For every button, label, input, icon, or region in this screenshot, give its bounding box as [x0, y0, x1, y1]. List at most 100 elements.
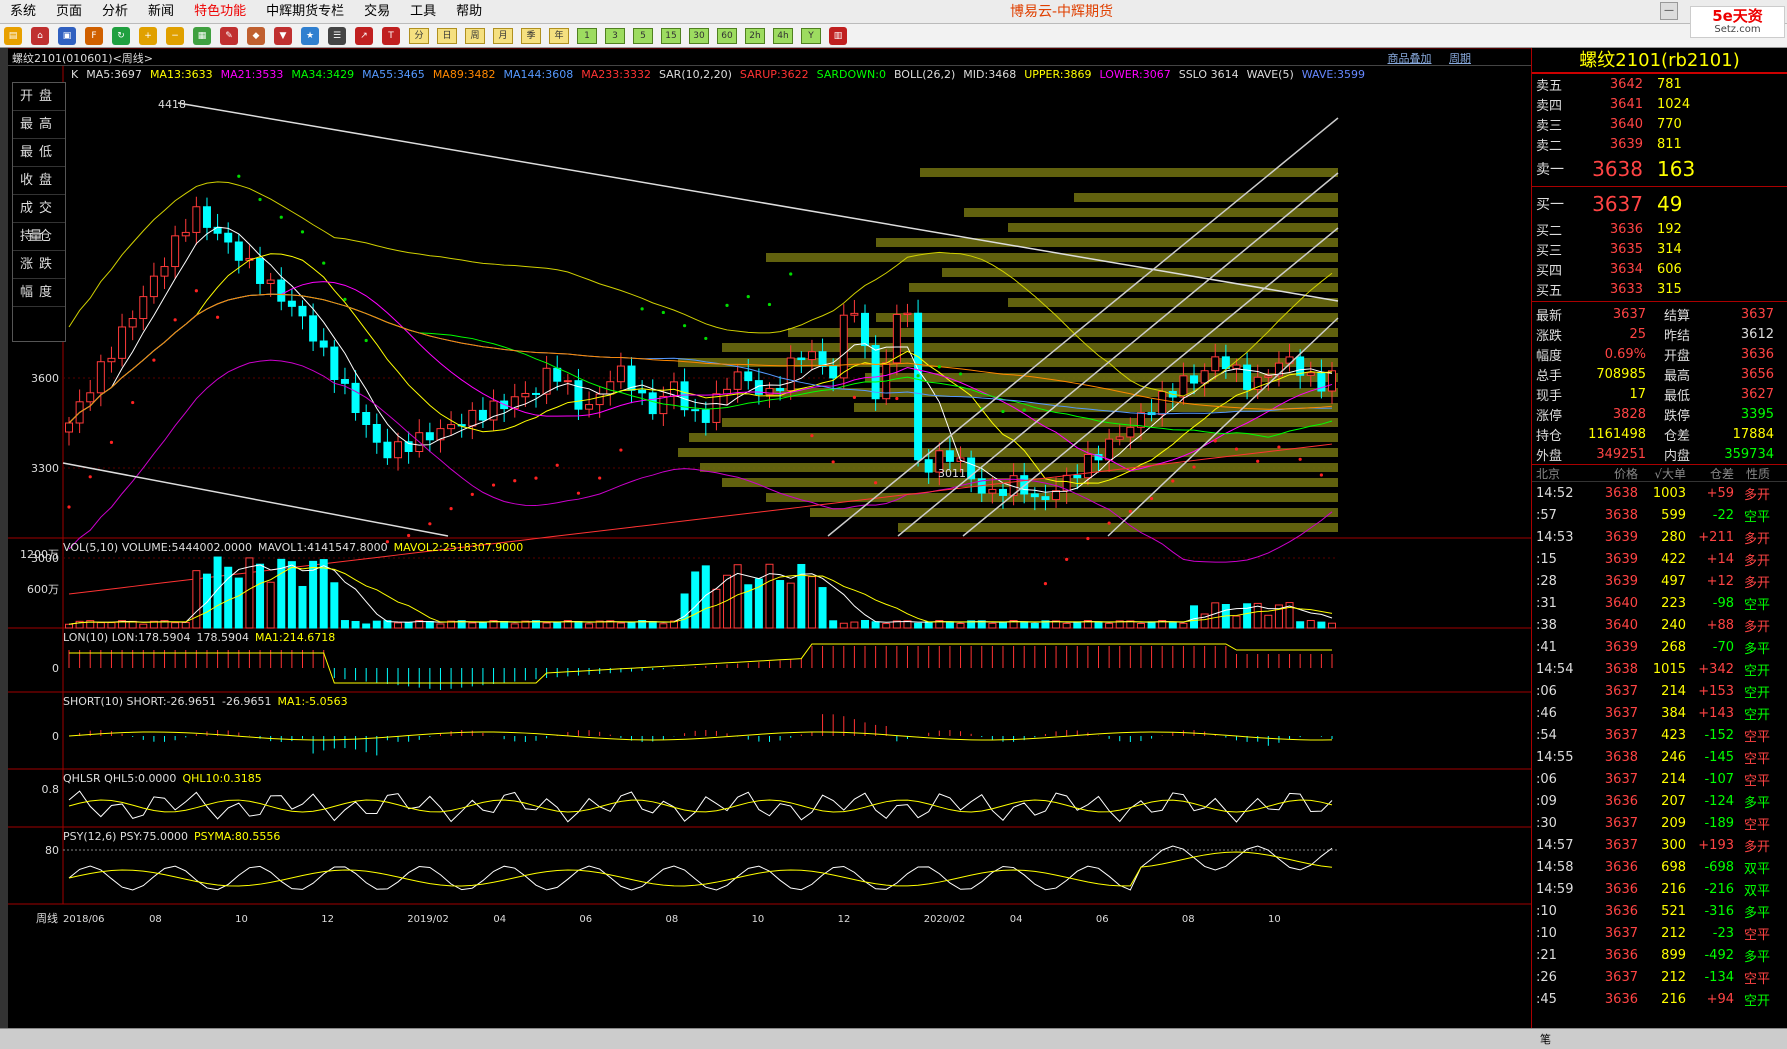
stat-value: 1161498: [1588, 426, 1646, 442]
candle-body: [107, 357, 116, 363]
menu-item-1[interactable]: 页面: [46, 0, 92, 24]
stat-label: 最高: [1664, 368, 1691, 384]
tick-volume: 216: [1661, 881, 1686, 897]
tick-oi-change: +59: [1706, 485, 1734, 501]
tick-type: 多开: [1743, 839, 1770, 855]
draw-icon[interactable]: ✎: [220, 26, 238, 45]
volume-profile-bar: [942, 268, 1338, 277]
field-button-5[interactable]: 持仓: [13, 223, 65, 251]
period-button-11[interactable]: 60: [717, 27, 737, 44]
lonlabel-item-1: 178.5904: [196, 631, 250, 644]
zoom-in-icon[interactable]: +: [139, 26, 157, 45]
calendar-icon[interactable]: ▥: [829, 26, 847, 45]
period-button-7[interactable]: 3: [605, 27, 625, 44]
menu-item-6[interactable]: 交易: [354, 0, 400, 24]
sar-dot: [428, 522, 432, 526]
tick-icon[interactable]: T: [382, 26, 400, 45]
volume-bar: [882, 623, 891, 629]
brush-icon[interactable]: ◆: [247, 26, 265, 45]
stat-label: 涨跌: [1536, 328, 1563, 344]
refresh-icon[interactable]: ↻: [112, 26, 130, 45]
volume-profile-bar: [766, 253, 1338, 262]
volume-profile-bar: [810, 508, 1338, 517]
sar-dot: [449, 506, 453, 511]
sar-dot: [194, 289, 198, 293]
period-button-8[interactable]: 5: [633, 27, 653, 44]
sar-dot: [1001, 409, 1005, 414]
period-button-10[interactable]: 30: [689, 27, 709, 44]
volume-bar: [807, 576, 816, 629]
ask-volume: 811: [1657, 136, 1682, 152]
candle-body: [797, 357, 806, 361]
x-axis-label: 04: [1010, 914, 1023, 925]
tick-time: :26: [1536, 969, 1557, 985]
menu-item-3[interactable]: 新闻: [138, 0, 184, 24]
tick-time: :09: [1536, 793, 1557, 809]
menu-item-8[interactable]: 帮助: [446, 0, 492, 24]
menu-item-5[interactable]: 中辉期货专栏: [256, 0, 354, 24]
left-side-tabs[interactable]: [0, 48, 8, 1028]
tick-price: 3639: [1604, 551, 1638, 567]
field-button-4[interactable]: 成交量: [13, 195, 65, 244]
sar-dot: [958, 372, 963, 376]
sar-dot: [1022, 408, 1026, 412]
tick-time: 14:59: [1536, 881, 1574, 897]
tick-volume: 268: [1661, 639, 1686, 655]
tick-oi-change: +143: [1698, 705, 1734, 721]
stat-label: 跌停: [1664, 408, 1691, 424]
menu-item-4[interactable]: 特色功能: [184, 0, 256, 24]
footer-tab[interactable]: 笔: [1540, 1031, 1551, 1047]
menu-item-2[interactable]: 分析: [92, 0, 138, 24]
volume-bar: [510, 623, 519, 629]
report-icon[interactable]: F: [85, 26, 103, 45]
zoom-out-icon[interactable]: −: [166, 26, 184, 45]
period-button-14[interactable]: Y: [801, 27, 821, 44]
tick-time: :28: [1536, 573, 1557, 589]
ask-price: 3638: [1592, 157, 1643, 181]
menu-bar: 系统 页面 分析 新闻 特色功能 中辉期货专栏 交易 工具 帮助: [0, 0, 1787, 24]
field-button-6[interactable]: 涨跌: [13, 251, 65, 279]
table-icon[interactable]: ☰: [328, 26, 346, 45]
price-chart-svg[interactable]: 360033003000441830111200万600万000.880周线 20…: [8, 48, 1531, 1028]
field-button-0[interactable]: 开盘: [13, 83, 65, 111]
period-button-13[interactable]: 4h: [773, 27, 793, 44]
period-button-9[interactable]: 15: [661, 27, 681, 44]
candle-body: [818, 351, 827, 367]
open-icon[interactable]: ▤: [4, 26, 22, 45]
layout-icon[interactable]: ▦: [193, 26, 211, 45]
period-button-1[interactable]: 日: [437, 27, 457, 44]
field-button-7[interactable]: 幅度: [13, 279, 65, 307]
menu-item-0[interactable]: 系统: [0, 0, 46, 24]
quote-panel: 螺纹2101(rb2101) 卖五 3642 781 卖四 3641 1024 卖三 3640…: [1531, 48, 1787, 1028]
home-icon[interactable]: ⌂: [31, 26, 49, 45]
period-button-0[interactable]: 分: [409, 27, 429, 44]
volume-bar: [468, 622, 477, 629]
volume-bar: [340, 620, 349, 629]
monitor-icon[interactable]: ▣: [58, 26, 76, 45]
minimize-icon[interactable]: —: [1660, 2, 1678, 20]
candle-body: [563, 380, 572, 383]
volume-profile-bar: [964, 208, 1338, 217]
tick-volume: 280: [1661, 529, 1686, 545]
period-button-4[interactable]: 季: [521, 27, 541, 44]
period-button-6[interactable]: 1: [577, 27, 597, 44]
field-button-3[interactable]: 收盘: [13, 167, 65, 195]
period-button-5[interactable]: 年: [549, 27, 569, 44]
period-button-2[interactable]: 周: [465, 27, 485, 44]
x-axis-label: 10: [752, 914, 765, 925]
candle-body: [829, 365, 838, 379]
tick-time: 14:55: [1536, 749, 1574, 765]
new-icon[interactable]: ★: [301, 26, 319, 45]
field-button-1[interactable]: 最高: [13, 111, 65, 139]
field-button-2[interactable]: 最低: [13, 139, 65, 167]
tick-row-2: 14:53 3639 280 +211 多开: [1532, 526, 1787, 548]
tick-oi-change: +153: [1698, 683, 1734, 699]
period-button-12[interactable]: 2h: [745, 27, 765, 44]
menu-item-7[interactable]: 工具: [400, 0, 446, 24]
period-button-3[interactable]: 月: [493, 27, 513, 44]
pin-icon[interactable]: ▼: [274, 26, 292, 45]
tick-type: 多开: [1743, 531, 1770, 547]
tick-type: 双平: [1743, 861, 1770, 877]
candle-body: [330, 346, 339, 380]
trend-icon[interactable]: ↗: [355, 26, 373, 45]
